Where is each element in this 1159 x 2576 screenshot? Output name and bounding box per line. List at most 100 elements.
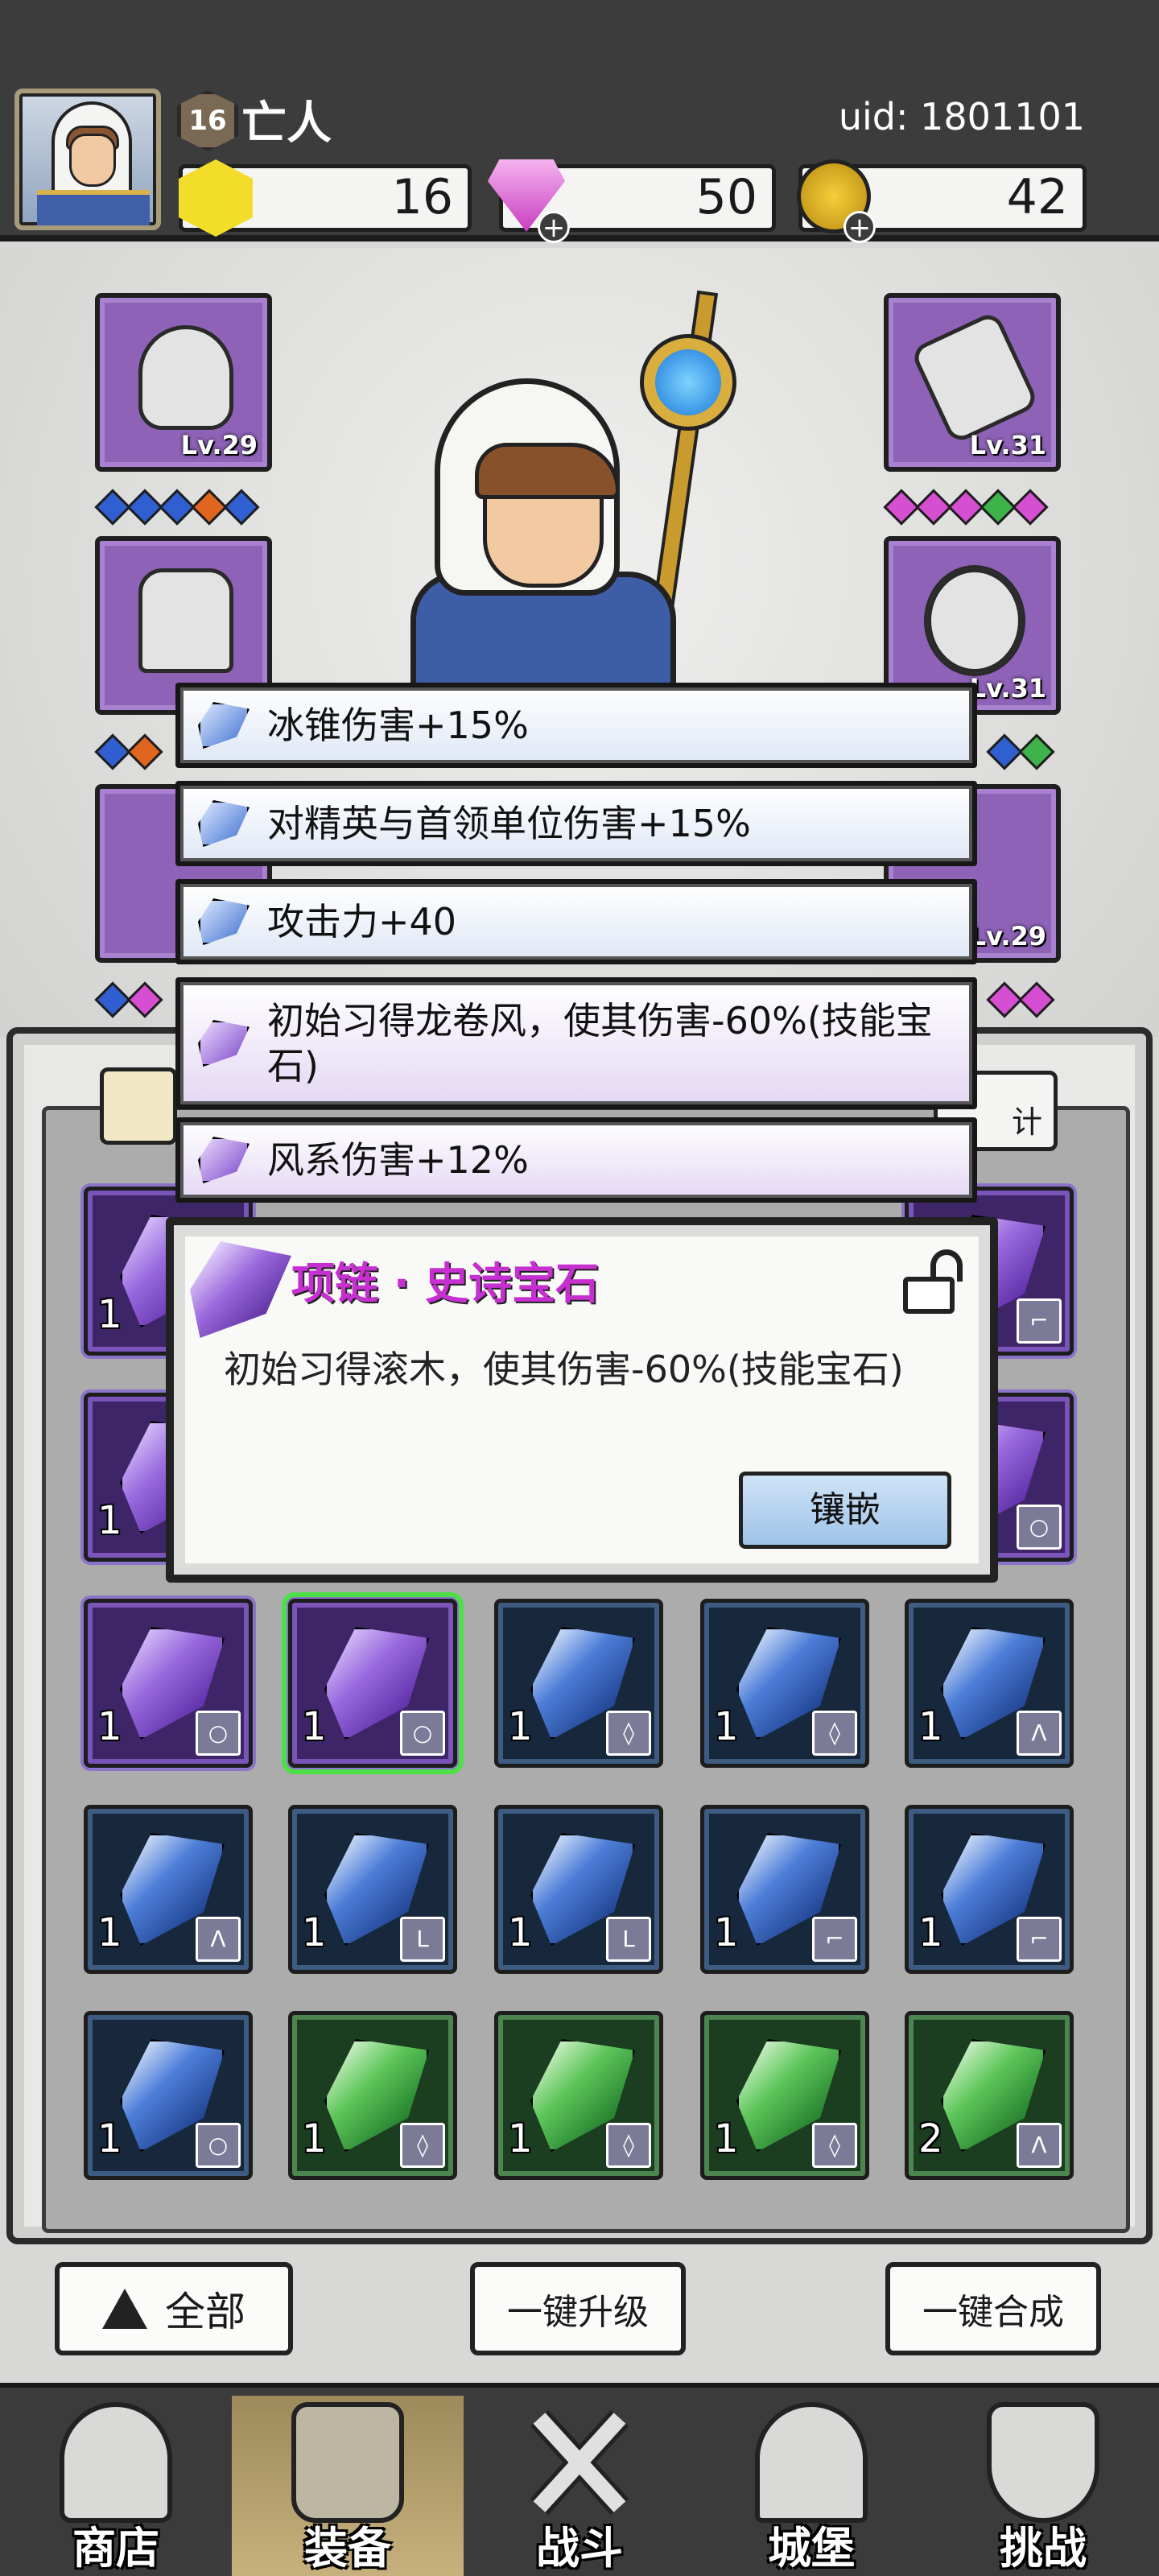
socket-gem — [883, 489, 920, 526]
stats-button-label: 计 — [1011, 1104, 1042, 1140]
gem-cell[interactable]: 1 Λ — [905, 1599, 1074, 1768]
nav-challenge[interactable]: 挑战 — [927, 2396, 1159, 2576]
slot-level: Lv.29 — [180, 430, 258, 460]
gem-cell[interactable]: 1 L — [288, 1805, 457, 1974]
pipe-gem-sockets — [883, 489, 1049, 526]
nav-label: 装备 — [304, 2523, 391, 2574]
socket-gem — [191, 489, 228, 526]
armor-type-icon: ◊ — [812, 2123, 857, 2168]
boots-gem-sockets — [94, 981, 163, 1018]
gem-cell[interactable]: 1 ⌐ — [905, 1805, 1074, 1974]
gem-description: 初始习得滚木，使其伤害-60%(技能宝石) — [224, 1348, 904, 1391]
gem-count: 1 — [508, 1704, 533, 1749]
cloak-gem-sockets — [94, 733, 163, 770]
gem-cell[interactable]: 1 ◊ — [494, 2011, 663, 2180]
gem-count: 1 — [97, 1910, 122, 1955]
gem-cell[interactable]: 1 L — [494, 1805, 663, 1974]
gem-count: 1 — [918, 1704, 943, 1749]
add-gems-plus-icon[interactable]: + — [538, 211, 570, 243]
add-coins-plus-icon[interactable]: + — [843, 211, 876, 243]
gem-count: 1 — [714, 1910, 739, 1955]
gem-cell[interactable]: 1 ◊ — [288, 2011, 457, 2180]
socket-gem — [986, 981, 1023, 1018]
crossed-swords-icon — [523, 2402, 636, 2523]
ring-type-icon: ○ — [196, 2123, 241, 2168]
nav-castle[interactable]: 城堡 — [695, 2396, 927, 2576]
pipe-type-icon: ⌐ — [1017, 1917, 1062, 1962]
socket-gem — [947, 489, 984, 526]
affix-text: 攻击力+40 — [267, 900, 457, 943]
gem-title: 项链 · 史诗宝石 — [291, 1258, 600, 1309]
unlock-icon[interactable] — [903, 1249, 963, 1315]
hood-gem-sockets — [94, 489, 260, 526]
hero-hair — [475, 443, 620, 499]
socket-gem — [126, 981, 163, 1018]
socket-gem — [986, 733, 1023, 770]
filter-all-button[interactable]: 全部 — [55, 2262, 293, 2355]
gem-cell[interactable]: 1 ○ — [84, 2011, 253, 2180]
socket-gem — [1012, 489, 1049, 526]
player-avatar[interactable] — [14, 89, 161, 230]
boots-type-icon: L — [400, 1917, 445, 1962]
avatar-robe — [37, 190, 150, 225]
socket-gem — [126, 489, 163, 526]
nav-label: 挑战 — [1000, 2523, 1087, 2574]
nav-battle[interactable]: 战斗 — [464, 2396, 695, 2576]
gem-cell[interactable]: 1 ⌐ — [700, 1805, 869, 1974]
affix-row: 攻击力+40 — [175, 879, 977, 964]
gem-cell[interactable]: 1 Λ — [84, 1805, 253, 1974]
gem-cell[interactable]: 1 ○ — [84, 1599, 253, 1768]
socket-gem — [94, 489, 131, 526]
armor-type-icon: ◊ — [606, 2123, 651, 2168]
gem-count: 1 — [714, 1704, 739, 1749]
gem-count: 1 — [508, 2116, 533, 2161]
equip-slot-pipe[interactable]: Lv.31 — [884, 293, 1061, 472]
blue-gem-icon — [198, 898, 250, 945]
nav-shop[interactable]: 商店 — [0, 2396, 232, 2576]
equip-slot-hood[interactable]: Lv.29 — [95, 293, 272, 472]
bottom-navigation: 商店 装备 战斗 城堡 挑战 — [0, 2383, 1159, 2576]
socket-gem — [94, 733, 131, 770]
socket-gem — [980, 489, 1017, 526]
gem-count: 1 — [302, 1704, 327, 1749]
boots-type-icon: L — [606, 1917, 651, 1962]
shield-icon — [987, 2402, 1099, 2523]
merge-all-label: 一键合成 — [922, 2292, 1064, 2333]
affix-text: 风系伤害+12% — [267, 1138, 529, 1182]
necklace-type-icon: ○ — [1017, 1505, 1062, 1550]
upgrade-all-button[interactable]: 一键升级 — [470, 2262, 686, 2355]
affix-row: 对精英与首领单位伤害+15% — [175, 781, 977, 866]
necklace-type-icon: ○ — [196, 1711, 241, 1756]
purple-crystal-icon — [190, 1241, 291, 1338]
triangle-icon — [102, 2289, 147, 2329]
crossed-swords-svg — [530, 2409, 629, 2516]
gem-cell[interactable]: 1 ◊ — [494, 1599, 663, 1768]
gem-cell[interactable]: 1 ◊ — [700, 1599, 869, 1768]
gem-cell-selected[interactable]: 1 ○ — [282, 1592, 464, 1774]
gem-count: 1 — [97, 1704, 122, 1749]
nav-equipment[interactable]: 装备 — [232, 2396, 464, 2576]
armor-type-icon: ◊ — [606, 1711, 651, 1756]
shop-hut-icon — [60, 2402, 172, 2523]
gem-count: 1 — [97, 1292, 122, 1337]
socket-gem — [1018, 733, 1055, 770]
upgrade-all-label: 一键升级 — [507, 2292, 649, 2333]
inlay-button[interactable]: 镶嵌 — [739, 1472, 951, 1549]
gem-count: 1 — [508, 1910, 533, 1955]
nav-label: 战斗 — [536, 2523, 623, 2574]
armor-type-icon: ◊ — [812, 1711, 857, 1756]
staff-orb — [640, 334, 736, 431]
hood-icon — [138, 325, 233, 430]
gem-count: 2 — [918, 2116, 943, 2161]
merge-all-button[interactable]: 一键合成 — [885, 2262, 1101, 2355]
socket-gem — [223, 489, 260, 526]
gem-cell[interactable]: 1 ◊ — [700, 2011, 869, 2180]
shirt-filter-button[interactable] — [100, 1067, 177, 1145]
cloak-type-icon: Λ — [196, 1917, 241, 1962]
armor-type-icon: ◊ — [400, 2123, 445, 2168]
pipe-type-icon: ⌐ — [812, 1917, 857, 1962]
gem-cell[interactable]: 2 Λ — [905, 2011, 1074, 2180]
necklace-type-icon: ○ — [400, 1711, 445, 1756]
gem-count: 1 — [302, 2116, 327, 2161]
filter-all-label: 全部 — [165, 2289, 245, 2335]
